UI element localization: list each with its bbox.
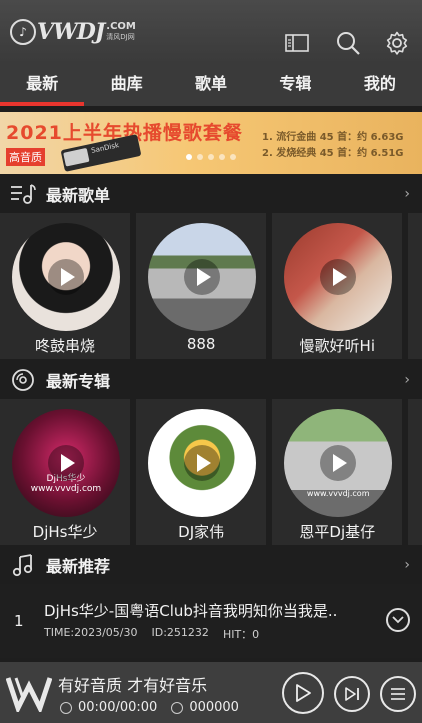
album-cover: www.vvvdj.com [284,409,393,517]
player-slogan: 有好音质 才有好音乐 [58,676,208,695]
site-logo[interactable]: ♪ VWDJ .COM 清风DJ网 [10,18,136,46]
banner-line-1: 1. 流行金曲 45 首：约 6.63G [262,132,404,143]
album-card-partial[interactable] [408,399,422,545]
main-tabs: 最新 曲库 歌单 专辑 我的 [0,64,422,106]
play-icon[interactable] [184,259,221,295]
album-art-text: www.vvvdj.com [306,489,370,498]
top-bar: ♪ VWDJ .COM 清风DJ网 [0,0,422,64]
promo-banner[interactable]: 2021上半年热播慢歌套餐 高音质 SanDisk 1. 流行金曲 45 首：约… [0,112,422,174]
playlist-card[interactable]: 咚鼓串烧 [0,213,131,359]
clock-icon [60,701,72,714]
play-icon[interactable] [48,259,84,295]
pager-dot[interactable] [219,154,225,160]
album-name: DjHs华少 [32,523,98,541]
section-latest-albums[interactable]: 最新专辑 › [0,362,422,398]
logo-word: VWDJ [37,19,105,45]
player-logo-icon [5,674,53,716]
chevron-down-icon[interactable] [386,608,410,632]
playlist-name: 888 [186,335,216,353]
play-button[interactable] [282,672,324,714]
sidebar-icon[interactable] [284,30,310,56]
pager-dot[interactable] [186,154,192,160]
section-title: 最新专辑 [46,372,111,391]
player-time: 00:00/00:00 [78,700,158,715]
playlist-name: 慢歌好听Hi [299,337,375,355]
search-icon[interactable] [335,30,361,56]
playlist-card-partial[interactable] [408,213,422,359]
tab-latest[interactable]: 最新 [0,64,85,106]
id-icon [171,701,184,714]
playlist-icon [0,183,46,205]
section-latest-playlists[interactable]: 最新歌单 › [0,176,422,212]
track-hits: HIT：0 [222,628,260,641]
album-cover [148,409,257,517]
play-icon[interactable] [48,445,84,481]
chevron-right-icon[interactable]: › [404,557,410,573]
playlist-cover [284,223,393,331]
section-title: 最新推荐 [46,557,111,576]
chevron-right-icon[interactable]: › [404,186,410,202]
banner-line-2: 2. 发烧经典 45 首：约 6.51G [262,148,404,159]
tab-library[interactable]: 曲库 [84,64,168,106]
tab-mine[interactable]: 我的 [338,64,422,106]
player-info: 00:00/00:00 000000 [60,700,239,715]
banner-badge: 高音质 [6,148,45,166]
banner-pager [186,154,236,160]
pager-dot[interactable] [230,154,236,160]
album-card[interactable]: DJ家伟 [136,399,267,545]
logo-subtitle: 清风DJ网 [106,33,135,41]
play-icon[interactable] [320,259,357,295]
disc-icon [0,368,46,392]
track-time: TIME:2023/05/30 [44,626,138,639]
album-card[interactable]: DjHs华少 www.vvvdj.com DjHs华少 [0,399,131,545]
play-icon[interactable] [184,445,221,481]
playlist-name: 咚鼓串烧 [35,337,96,355]
music-note-icon [0,553,46,577]
album-name: 恩平Dj基仔 [299,523,376,541]
mini-player: 有好音质 才有好音乐 00:00/00:00 000000 [0,662,422,723]
track-id: ID:251232 [151,626,209,639]
playlist-card[interactable]: 888 [136,213,267,359]
album-card[interactable]: www.vvvdj.com 恩平Dj基仔 [272,399,403,545]
track-index: 1 [14,612,24,630]
app-root: ♪ VWDJ .COM 清风DJ网 最新 曲库 歌单 专辑 我的 2021上半年… [0,0,422,723]
playlist-menu-button[interactable] [380,676,416,712]
gear-icon[interactable] [384,30,410,56]
logo-sub: .COM 清风DJ网 [106,22,136,42]
pager-dot[interactable] [197,154,203,160]
recommend-list-item[interactable]: 1 DjHs华少-国粤语Club抖音我明知你当我是.. TIME:2023/05… [0,584,422,658]
playlist-row: 咚鼓串烧 888 慢歌好听Hi [0,213,422,359]
tab-playlists[interactable]: 歌单 [169,64,253,106]
next-track-button[interactable] [334,676,370,712]
track-meta: TIME:2023/05/30 ID:251232 HIT：0 [44,626,259,642]
album-cover: DjHs华少 www.vvvdj.com [12,409,120,517]
tab-albums[interactable]: 专辑 [253,64,337,106]
section-title: 最新歌单 [46,186,111,205]
logo-mark-icon: ♪ [10,19,36,45]
playlist-cover [148,223,257,331]
track-title: DjHs华少-国粤语Club抖音我明知你当我是.. [44,602,338,620]
playlist-cover [12,223,120,331]
logo-domain: .COM [106,21,136,32]
play-icon[interactable] [320,445,357,481]
section-latest-recommend[interactable]: 最新推荐 › [0,547,422,583]
album-name: DJ家伟 [178,523,225,541]
player-track-id: 000000 [189,700,239,715]
playlist-card[interactable]: 慢歌好听Hi [272,213,403,359]
pager-dot[interactable] [208,154,214,160]
album-row: DjHs华少 www.vvvdj.com DjHs华少 DJ家伟 www.vvv… [0,399,422,545]
chevron-right-icon[interactable]: › [404,372,410,388]
